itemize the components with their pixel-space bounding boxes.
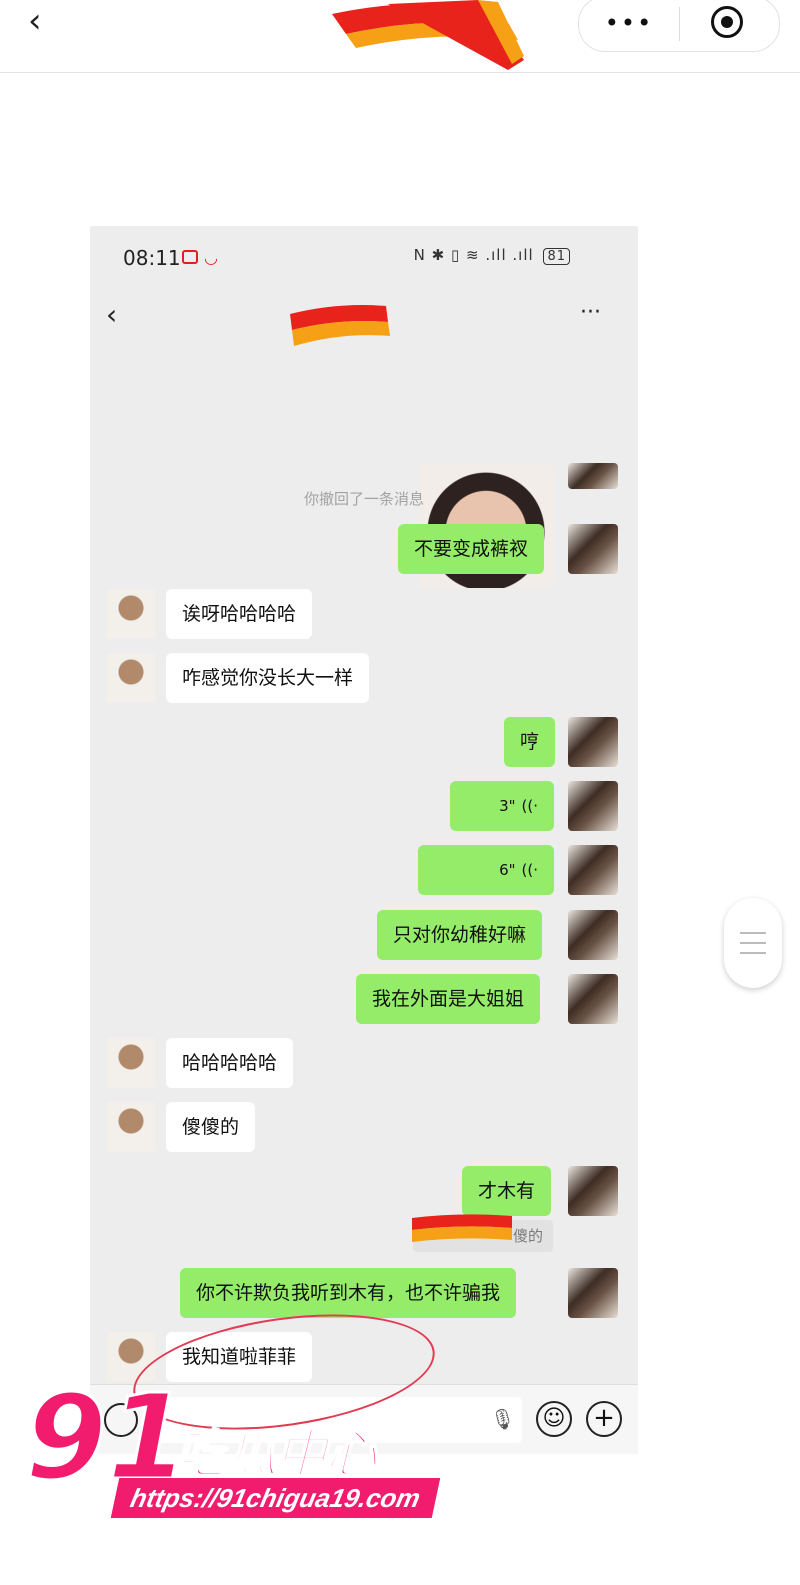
my-avatar[interactable] xyxy=(568,1268,618,1318)
contact-avatar[interactable] xyxy=(106,653,156,703)
contact-avatar[interactable] xyxy=(106,589,156,639)
chat-more-button[interactable]: ··· xyxy=(580,300,601,325)
contact-avatar[interactable] xyxy=(106,1102,156,1152)
voice-wave-icon: ((· xyxy=(521,797,538,815)
emoji-icon[interactable]: ☺ xyxy=(536,1401,572,1437)
message-bubble[interactable]: 哈哈哈哈哈 xyxy=(166,1038,294,1088)
microphone-icon[interactable]: 🎙 xyxy=(490,1407,515,1431)
recall-notice: 你撤回了一条消息 xyxy=(303,490,424,508)
my-avatar[interactable] xyxy=(568,463,618,489)
voice-message[interactable]: 3" ((· xyxy=(450,781,554,831)
chat-header: ‹ ··· xyxy=(90,290,638,346)
status-icons: N ✱ ▯ ≋ .ıll .ıll 81 xyxy=(320,246,570,265)
plus-icon[interactable]: + xyxy=(586,1401,622,1437)
my-avatar[interactable] xyxy=(568,845,618,895)
status-time: 08:11 xyxy=(123,246,181,270)
my-avatar[interactable] xyxy=(568,910,618,960)
chat-screenshot: 08:11 ◡ N ✱ ▯ ≋ .ıll .ıll 81 ‹ ··· 你撤回了一… xyxy=(90,226,638,1454)
message-bubble[interactable]: 只对你幼稚好嘛 xyxy=(377,910,543,960)
redaction-sticker xyxy=(290,305,390,346)
voice-duration: 3" xyxy=(499,797,516,815)
watermark-url: https://91chigua19.com xyxy=(110,1478,441,1518)
chevron-left-icon[interactable]: ‹ xyxy=(106,298,117,331)
message-bubble[interactable]: 我在外面是大姐姐 xyxy=(356,974,541,1024)
battery-level: 81 xyxy=(543,248,570,265)
capsule-divider xyxy=(679,7,680,41)
redaction-sticker xyxy=(412,1214,512,1242)
message-bubble[interactable]: 咋感觉你没长大一样 xyxy=(166,653,370,703)
voice-wave-icon: ((· xyxy=(521,861,538,879)
my-avatar[interactable] xyxy=(568,1166,618,1216)
message-bubble[interactable]: 诶呀哈哈哈哈 xyxy=(166,589,313,639)
my-avatar[interactable] xyxy=(568,974,618,1024)
back-icon[interactable]: ‹ xyxy=(28,4,58,38)
redaction-sticker xyxy=(332,0,524,70)
message-bubble[interactable]: 傻傻的 xyxy=(166,1102,256,1152)
message-bubble[interactable]: 哼 xyxy=(504,717,556,767)
my-avatar[interactable] xyxy=(568,717,618,767)
notification-icon xyxy=(182,250,198,264)
contact-avatar[interactable] xyxy=(106,1038,156,1088)
my-avatar[interactable] xyxy=(568,524,618,574)
message-bubble[interactable]: 才木有 xyxy=(462,1166,552,1216)
voice-message[interactable]: 6" ((· xyxy=(418,845,554,895)
message-bubble[interactable]: 你不许欺负我听到木有，也不许骗我 xyxy=(180,1268,517,1318)
watermark-name: 吃瓜中心 xyxy=(174,1424,378,1486)
notification-icon: ◡ xyxy=(204,248,218,267)
voice-duration: 6" xyxy=(499,861,516,879)
more-dots-icon[interactable]: ••• xyxy=(599,11,659,35)
my-avatar[interactable] xyxy=(568,781,618,831)
capsule-menu: ••• xyxy=(578,0,780,52)
outer-header: ‹ ••• xyxy=(0,0,800,73)
target-circle-icon[interactable] xyxy=(711,6,743,38)
message-list: 你撤回了一条消息 不要变成裤衩 诶呀哈哈哈哈 咋感觉你没长大一样 哼 3" ((·… xyxy=(90,346,638,1386)
status-bar: 08:11 ◡ N ✱ ▯ ≋ .ıll .ıll 81 xyxy=(90,226,638,290)
signal-icons: N ✱ ▯ ≋ .ıll .ıll xyxy=(413,246,534,264)
site-watermark: 91 吃瓜中心 https://91chigua19.com xyxy=(23,1371,441,1542)
floating-menu-handle[interactable] xyxy=(724,898,782,988)
message-bubble[interactable]: 不要变成裤衩 xyxy=(398,524,545,574)
